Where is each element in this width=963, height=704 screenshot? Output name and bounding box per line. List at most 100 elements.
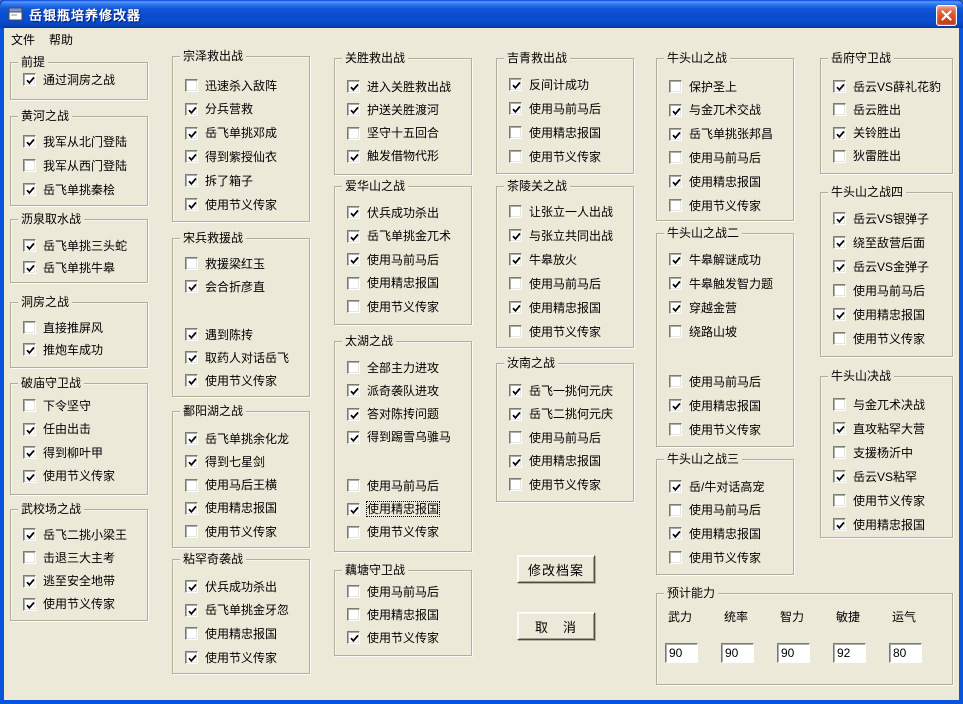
checkbox-row[interactable]: 使用马前马后 bbox=[833, 282, 925, 299]
checkbox-checked-icon[interactable] bbox=[669, 399, 682, 412]
checkbox-row[interactable]: 岳飞单挑三头蛇 bbox=[23, 237, 127, 254]
checkbox-row[interactable]: 得到七星剑 bbox=[185, 453, 265, 470]
checkbox-row[interactable]: 使用精忠报国 bbox=[185, 625, 277, 642]
checkbox-row[interactable]: 岳飞单挑张邦昌 bbox=[669, 126, 773, 143]
checkbox-unchecked-icon[interactable] bbox=[669, 199, 682, 212]
checkbox-row[interactable]: 绕至敌营后面 bbox=[833, 234, 925, 251]
checkbox-row[interactable]: 使用节义传家 bbox=[23, 468, 115, 485]
checkbox-checked-icon[interactable] bbox=[509, 407, 522, 421]
checkbox-checked-icon[interactable] bbox=[347, 253, 360, 266]
checkbox-row[interactable]: 使用节义传家 bbox=[347, 524, 439, 541]
checkbox-row[interactable]: 直接推屏风 bbox=[23, 319, 103, 336]
checkbox-checked-icon[interactable] bbox=[347, 430, 360, 444]
checkbox-row[interactable]: 使用节义传家 bbox=[669, 549, 761, 566]
menu-help[interactable]: 帮助 bbox=[42, 28, 80, 51]
checkbox-unchecked-icon[interactable] bbox=[833, 446, 846, 459]
checkbox-row[interactable]: 得到柳叶甲 bbox=[23, 444, 103, 461]
checkbox-checked-icon[interactable] bbox=[185, 198, 198, 211]
checkbox-row[interactable]: 任由出击 bbox=[23, 421, 91, 438]
checkbox-checked-icon[interactable] bbox=[509, 78, 522, 91]
checkbox-unchecked-icon[interactable] bbox=[509, 126, 522, 139]
checkbox-row[interactable]: 使用精忠报国 bbox=[833, 516, 925, 533]
modify-save-button[interactable]: 修改档案 bbox=[517, 555, 595, 583]
checkbox-row[interactable]: 使用精忠报国 bbox=[669, 397, 761, 414]
checkbox-row[interactable]: 使用节义传家 bbox=[833, 330, 925, 347]
checkbox-unchecked-icon[interactable] bbox=[347, 126, 360, 140]
checkbox-checked-icon[interactable] bbox=[833, 422, 846, 435]
checkbox-row[interactable]: 使用马前马后 bbox=[347, 477, 439, 494]
checkbox-checked-icon[interactable] bbox=[833, 308, 846, 321]
checkbox-row[interactable]: 推炮车成功 bbox=[23, 341, 103, 358]
checkbox-checked-icon[interactable] bbox=[347, 384, 360, 398]
checkbox-row[interactable]: 反间计成功 bbox=[509, 76, 589, 93]
checkbox-row[interactable]: 使用马前马后 bbox=[509, 100, 601, 117]
checkbox-row[interactable]: 拆了箱子 bbox=[185, 172, 253, 189]
checkbox-row[interactable]: 使用马前马后 bbox=[669, 502, 761, 519]
checkbox-row[interactable]: 答对陈抟问题 bbox=[347, 406, 439, 423]
checkbox-checked-icon[interactable] bbox=[833, 212, 846, 225]
checkbox-unchecked-icon[interactable] bbox=[185, 627, 198, 641]
checkbox-unchecked-icon[interactable] bbox=[185, 79, 198, 92]
close-button[interactable] bbox=[936, 5, 957, 26]
checkbox-unchecked-icon[interactable] bbox=[669, 503, 682, 517]
checkbox-row[interactable]: 我军从北门登陆 bbox=[23, 133, 127, 150]
checkbox-checked-icon[interactable] bbox=[23, 422, 36, 436]
checkbox-row[interactable]: 使用精忠报国 bbox=[509, 453, 601, 470]
checkbox-checked-icon[interactable] bbox=[185, 651, 198, 665]
checkbox-row[interactable]: 让张立一人出战 bbox=[509, 203, 613, 220]
checkbox-row[interactable]: 遇到陈抟 bbox=[185, 326, 253, 343]
checkbox-row[interactable]: 使用马前马后 bbox=[669, 149, 761, 166]
checkbox-checked-icon[interactable] bbox=[669, 103, 682, 117]
checkbox-unchecked-icon[interactable] bbox=[347, 276, 360, 290]
checkbox-row[interactable]: 使用节义传家 bbox=[185, 523, 277, 540]
checkbox-checked-icon[interactable] bbox=[833, 470, 846, 483]
checkbox-checked-icon[interactable] bbox=[23, 469, 36, 483]
checkbox-row[interactable]: 岳云VS金弹子 bbox=[833, 258, 929, 275]
checkbox-checked-icon[interactable] bbox=[509, 454, 522, 468]
checkbox-row[interactable]: 与金兀术决战 bbox=[833, 396, 925, 413]
checkbox-unchecked-icon[interactable] bbox=[347, 585, 360, 598]
checkbox-row[interactable]: 使用马前马后 bbox=[509, 429, 601, 446]
checkbox-row[interactable]: 岳飞单挑金牙忽 bbox=[185, 602, 289, 619]
checkbox-checked-icon[interactable] bbox=[185, 150, 198, 164]
checkbox-unchecked-icon[interactable] bbox=[347, 479, 360, 493]
checkbox-unchecked-icon[interactable] bbox=[347, 361, 360, 374]
checkbox-checked-icon[interactable] bbox=[23, 446, 36, 459]
checkbox-checked-icon[interactable] bbox=[669, 277, 682, 290]
checkbox-row[interactable]: 使用节义传家 bbox=[347, 629, 439, 646]
checkbox-row[interactable]: 使用节义传家 bbox=[669, 421, 761, 438]
checkbox-checked-icon[interactable] bbox=[185, 126, 198, 140]
checkbox-row[interactable]: 使用精忠报国 bbox=[833, 306, 925, 323]
checkbox-checked-icon[interactable] bbox=[669, 527, 682, 541]
checkbox-unchecked-icon[interactable] bbox=[509, 478, 522, 491]
checkbox-row[interactable]: 击退三大主考 bbox=[23, 549, 115, 566]
stat-value-input[interactable] bbox=[833, 643, 866, 663]
checkbox-row[interactable]: 牛皋放火 bbox=[509, 251, 577, 268]
checkbox-checked-icon[interactable] bbox=[833, 260, 846, 273]
checkbox-unchecked-icon[interactable] bbox=[347, 525, 360, 539]
checkbox-row[interactable]: 伏兵成功杀出 bbox=[347, 204, 439, 221]
checkbox-row[interactable]: 岳飞单挑秦桧 bbox=[23, 181, 115, 198]
checkbox-checked-icon[interactable] bbox=[185, 102, 198, 116]
checkbox-checked-icon[interactable] bbox=[185, 174, 198, 188]
checkbox-row[interactable]: 坚守十五回合 bbox=[347, 125, 439, 142]
checkbox-checked-icon[interactable] bbox=[185, 501, 198, 515]
checkbox-row[interactable]: 使用节义传家 bbox=[669, 197, 761, 214]
checkbox-unchecked-icon[interactable] bbox=[509, 277, 522, 290]
checkbox-row[interactable]: 绕路山坡 bbox=[669, 323, 737, 340]
checkbox-row[interactable]: 使用精忠报国 bbox=[185, 500, 277, 517]
checkbox-unchecked-icon[interactable] bbox=[669, 151, 682, 165]
checkbox-unchecked-icon[interactable] bbox=[669, 80, 682, 93]
checkbox-row[interactable]: 下令坚守 bbox=[23, 397, 91, 414]
menu-file[interactable]: 文件 bbox=[4, 28, 42, 51]
checkbox-checked-icon[interactable] bbox=[669, 253, 682, 266]
checkbox-checked-icon[interactable] bbox=[669, 175, 682, 189]
checkbox-row[interactable]: 会合折彦直 bbox=[185, 278, 265, 295]
checkbox-checked-icon[interactable] bbox=[669, 301, 682, 314]
checkbox-unchecked-icon[interactable] bbox=[509, 325, 522, 338]
checkbox-row[interactable]: 得到紫授仙衣 bbox=[185, 148, 277, 165]
checkbox-row[interactable]: 使用节义传家 bbox=[23, 596, 115, 613]
checkbox-row[interactable]: 使用精忠报国 bbox=[669, 525, 761, 542]
checkbox-unchecked-icon[interactable] bbox=[669, 551, 682, 565]
checkbox-row[interactable]: 使用精忠报国 bbox=[347, 501, 441, 518]
